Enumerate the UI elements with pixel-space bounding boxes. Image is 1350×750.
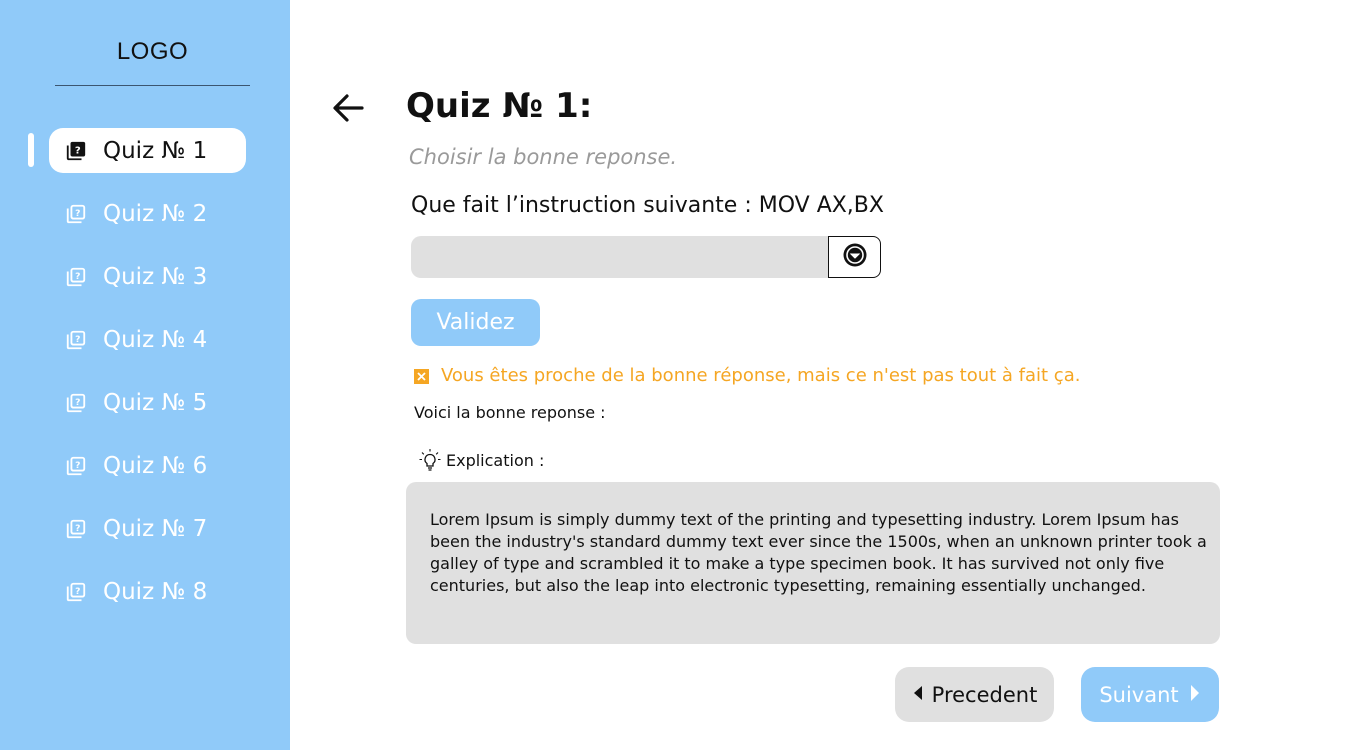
dropdown-button[interactable] — [828, 236, 881, 278]
feedback-message: Vous êtes proche de la bonne réponse, ma… — [414, 365, 1080, 386]
warning-square-icon — [414, 368, 429, 384]
sidebar-item-quiz-3[interactable]: ? Quiz № 3 — [49, 254, 246, 299]
logo: LOGO — [116, 38, 189, 65]
svg-text:?: ? — [75, 207, 80, 218]
sidebar-item-quiz-5[interactable]: ? Quiz № 5 — [49, 380, 246, 425]
lightbulb-icon — [418, 448, 442, 472]
svg-text:?: ? — [75, 145, 81, 156]
sidebar-item-quiz-1[interactable]: ? Quiz № 1 — [49, 128, 246, 173]
caret-left-icon — [912, 685, 924, 705]
previous-button[interactable]: Precedent — [895, 667, 1054, 722]
explanation-box: Lorem Ipsum is simply dummy text of the … — [406, 482, 1220, 644]
sidebar-item-quiz-7[interactable]: ? Quiz № 7 — [49, 506, 246, 551]
sidebar-item-label: Quiz № 7 — [103, 515, 208, 542]
sidebar-item-label: Quiz № 2 — [103, 200, 208, 227]
svg-text:?: ? — [75, 333, 80, 344]
explication-header: Explication : — [418, 448, 544, 472]
back-arrow-icon[interactable] — [330, 90, 366, 126]
next-button[interactable]: Suivant — [1081, 667, 1219, 722]
sidebar-item-label: Quiz № 3 — [103, 263, 208, 290]
quiz-book-icon: ? — [65, 266, 87, 288]
feedback-text: Vous êtes proche de la bonne réponse, ma… — [441, 365, 1081, 386]
sidebar-item-label: Quiz № 4 — [103, 326, 208, 353]
svg-text:?: ? — [75, 459, 80, 470]
sidebar-item-label: Quiz № 6 — [103, 452, 208, 479]
sidebar: LOGO ? Quiz № 1 ? Quiz № 2 ? Quiz № 3 ? … — [0, 0, 290, 750]
logo-divider — [55, 85, 250, 86]
quiz-book-icon: ? — [65, 140, 87, 162]
quiz-book-icon: ? — [65, 392, 87, 414]
answer-field[interactable] — [411, 236, 828, 278]
sidebar-item-label: Quiz № 5 — [103, 389, 208, 416]
sidebar-item-label: Quiz № 8 — [103, 578, 208, 605]
sidebar-item-label: Quiz № 1 — [103, 137, 208, 164]
active-indicator — [28, 133, 34, 167]
chevron-down-circle-icon — [842, 242, 868, 272]
page-subtitle: Choisir la bonne reponse. — [409, 145, 678, 169]
svg-text:?: ? — [75, 585, 80, 596]
sidebar-item-quiz-8[interactable]: ? Quiz № 8 — [49, 569, 246, 614]
explanation-text: Lorem Ipsum is simply dummy text of the … — [430, 510, 1207, 595]
next-label: Suivant — [1099, 682, 1179, 707]
sidebar-item-quiz-6[interactable]: ? Quiz № 6 — [49, 443, 246, 488]
question-text: Que fait l’instruction suivante : MOV AX… — [411, 193, 884, 218]
previous-label: Precedent — [931, 682, 1038, 707]
page-title: Quiz № 1: — [406, 86, 593, 126]
svg-text:?: ? — [75, 270, 80, 281]
correct-answer-label: Voici la bonne reponse : — [414, 403, 606, 422]
quiz-book-icon: ? — [65, 518, 87, 540]
quiz-book-icon: ? — [65, 581, 87, 603]
explication-label: Explication : — [446, 450, 545, 470]
caret-right-icon — [1189, 684, 1201, 706]
validate-button[interactable]: Validez — [411, 299, 540, 346]
svg-text:?: ? — [75, 396, 80, 407]
quiz-book-icon: ? — [65, 455, 87, 477]
svg-text:?: ? — [75, 522, 80, 533]
quiz-book-icon: ? — [65, 203, 87, 225]
quiz-book-icon: ? — [65, 329, 87, 351]
sidebar-item-quiz-2[interactable]: ? Quiz № 2 — [49, 191, 246, 236]
sidebar-item-quiz-4[interactable]: ? Quiz № 4 — [49, 317, 246, 362]
answer-select — [411, 236, 881, 278]
